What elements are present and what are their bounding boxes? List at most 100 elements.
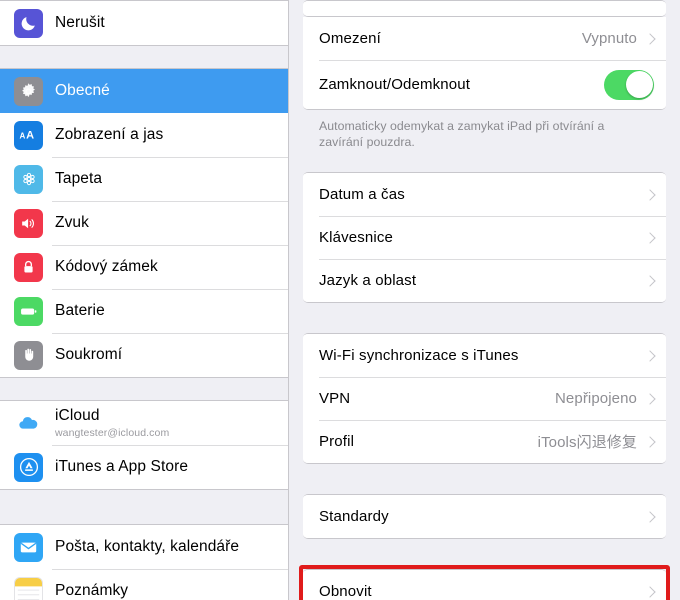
sidebar-item-label-wrap: Poznámky: [55, 582, 128, 599]
sidebar-item-label: iCloud: [55, 407, 100, 425]
settings-sidebar[interactable]: Nerušit Obecné AA Zobrazení a jas Tapeta…: [0, 0, 289, 600]
sidebar-item-label: iTunes a App Store: [55, 458, 189, 476]
sidebar-item-poznamky[interactable]: Poznámky: [0, 569, 288, 600]
card-network: Wi-Fi synchronizace s iTunes VPN Nepřipo…: [303, 333, 666, 465]
detail-row-value: 2 min: [600, 1, 637, 3]
sidebar-item-posta-kontakty-kalendare[interactable]: Pošta, kontakty, kalendáře: [0, 525, 288, 569]
sidebar-item-label-wrap: Pošta, kontakty, kalendáře: [55, 538, 239, 555]
card-lock: Omezení Vypnuto Zamknout/Odemknout: [303, 17, 666, 110]
detail-row-value: iTools闪退修复: [537, 434, 637, 452]
detail-row-label: Datum a čas: [319, 186, 405, 204]
detail-row-label: Klávesnice: [319, 229, 394, 247]
detail-row-datum-a-cas[interactable]: Datum a čas: [303, 173, 666, 217]
detail-row-label: Omezení: [319, 30, 381, 47]
mail-envelope-icon: [14, 532, 43, 562]
sidebar-item-soukromi[interactable]: Soukromí: [0, 333, 288, 377]
settings-detail-pane: Uzamčení 2 min Omezení Vypnuto Zamknout/…: [289, 0, 680, 600]
chevron-right-icon: [644, 350, 656, 362]
sidebar-item-label: Poznámky: [55, 582, 129, 600]
sidebar-item-label-wrap: Zobrazení a jas: [55, 126, 163, 143]
sidebar-item-label: Kódový zámek: [55, 258, 158, 276]
detail-row-standardy[interactable]: Standardy: [303, 495, 666, 539]
sidebar-item-label-wrap: Tapeta: [55, 170, 102, 187]
chevron-right-icon: [644, 189, 656, 201]
sidebar-item-tapeta[interactable]: Tapeta: [0, 157, 288, 201]
sidebar-item-obecne[interactable]: Obecné: [0, 69, 288, 113]
detail-row-value: Nepřipojeno: [555, 390, 637, 408]
detail-row-label: Uzamčení: [319, 1, 388, 3]
reset-highlight-wrap: Obnovit: [299, 565, 670, 600]
detail-row-label: VPN: [319, 390, 351, 408]
sidebar-item-label: Baterie: [55, 302, 105, 320]
notes-icon: [14, 576, 43, 600]
detail-row-label: Wi-Fi synchronizace s iTunes: [319, 347, 519, 365]
sidebar-item-label: Zobrazení a jas: [55, 126, 164, 144]
detail-row-value: Vypnuto: [581, 30, 637, 47]
sidebar-item-label: Obecné: [55, 82, 110, 100]
battery-icon: [14, 296, 43, 326]
hand-privacy-icon: [14, 340, 43, 370]
chevron-right-icon: [644, 586, 656, 598]
detail-gap-4: [303, 539, 666, 569]
toggle-knob: [625, 71, 653, 98]
sidebar-item-label-wrap: iTunes a App Store: [55, 458, 188, 475]
sidebar-item-itunes-a-app-store[interactable]: iTunes a App Store: [0, 445, 288, 489]
sidebar-item-kodovy-zamek[interactable]: Kódový zámek: [0, 245, 288, 289]
card-standards: Standardy: [303, 494, 666, 540]
detail-row-profil[interactable]: Profil iTools闪退修复: [303, 420, 666, 464]
detail-gap-2: [303, 303, 666, 333]
text-size-icon: AA: [14, 120, 43, 150]
speaker-icon: [14, 208, 43, 238]
sidebar-item-label: Nerušit: [55, 14, 105, 32]
detail-row-wifi-sync-itunes[interactable]: Wi-Fi synchronizace s iTunes: [303, 334, 666, 378]
sidebar-group-donotdisturb: Nerušit: [0, 0, 288, 46]
detail-row-label: Jazyk a oblast: [319, 272, 417, 290]
detail-row-uzamceni[interactable]: Uzamčení 2 min: [303, 1, 666, 16]
cloud-icon: [14, 408, 43, 438]
sidebar-gap-2: [0, 378, 288, 400]
sidebar-group-device: Obecné AA Zobrazení a jas Tapeta Zvuk Kó…: [0, 68, 288, 378]
padlock-icon: [14, 252, 43, 282]
detail-gap-3: [303, 464, 666, 494]
sidebar-item-label: Zvuk: [55, 214, 89, 232]
sidebar-item-nerusit[interactable]: Nerušit: [0, 1, 288, 45]
svg-text:A: A: [19, 132, 25, 141]
card-system: Datum a čas Klávesnice Jazyk a oblast: [303, 172, 666, 304]
card-reset: Obnovit: [303, 569, 666, 600]
detail-row-obnovit[interactable]: Obnovit: [303, 570, 666, 600]
card-lock-top-clipped: Uzamčení 2 min: [303, 0, 666, 17]
lock-footnote: Automaticky odemykat a zamykat iPad při …: [319, 119, 605, 150]
detail-row-klavesnice[interactable]: Klávesnice: [303, 216, 666, 260]
detail-row-vpn[interactable]: VPN Nepřipojeno: [303, 377, 666, 421]
sidebar-item-sublabel: wangtester@icloud.com: [55, 426, 170, 439]
wallpaper-flower-icon: [14, 164, 43, 194]
detail-row-label: Zamknout/Odemknout: [319, 76, 471, 93]
chevron-right-icon: [644, 393, 656, 405]
detail-row-label: Profil: [319, 433, 355, 451]
sidebar-item-label-wrap: Obecné: [55, 82, 110, 99]
moon-icon: [14, 8, 43, 38]
detail-gap-1: [303, 150, 666, 172]
sidebar-item-label: Pošta, kontakty, kalendáře: [55, 538, 240, 556]
gear-icon: [14, 76, 43, 106]
sidebar-group-accounts: iCloud wangtester@icloud.com iTunes a Ap…: [0, 400, 288, 490]
sidebar-item-zobrazeni-a-jas[interactable]: AA Zobrazení a jas: [0, 113, 288, 157]
svg-text:A: A: [26, 130, 34, 142]
sidebar-gap-3: [0, 490, 288, 524]
sidebar-item-label-wrap: Baterie: [55, 302, 105, 319]
sidebar-item-baterie[interactable]: Baterie: [0, 289, 288, 333]
app-store-icon: [14, 452, 43, 482]
detail-row-zamknout-odemknout[interactable]: Zamknout/Odemknout: [303, 60, 666, 109]
detail-row-omezeni[interactable]: Omezení Vypnuto: [303, 17, 666, 60]
settings-window: Nerušit Obecné AA Zobrazení a jas Tapeta…: [0, 0, 680, 600]
sidebar-item-label-wrap: iCloud wangtester@icloud.com: [55, 407, 169, 438]
chevron-right-icon: [644, 275, 656, 287]
sidebar-item-icloud[interactable]: iCloud wangtester@icloud.com: [0, 401, 288, 445]
sidebar-item-label: Tapeta: [55, 170, 103, 188]
chevron-right-icon: [644, 32, 656, 45]
detail-row-jazyk-a-oblast[interactable]: Jazyk a oblast: [303, 259, 666, 303]
lock-unlock-toggle[interactable]: [604, 69, 654, 100]
sidebar-item-label-wrap: Kódový zámek: [55, 258, 158, 275]
sidebar-item-label-wrap: Nerušit: [55, 14, 105, 31]
sidebar-item-zvuk[interactable]: Zvuk: [0, 201, 288, 245]
